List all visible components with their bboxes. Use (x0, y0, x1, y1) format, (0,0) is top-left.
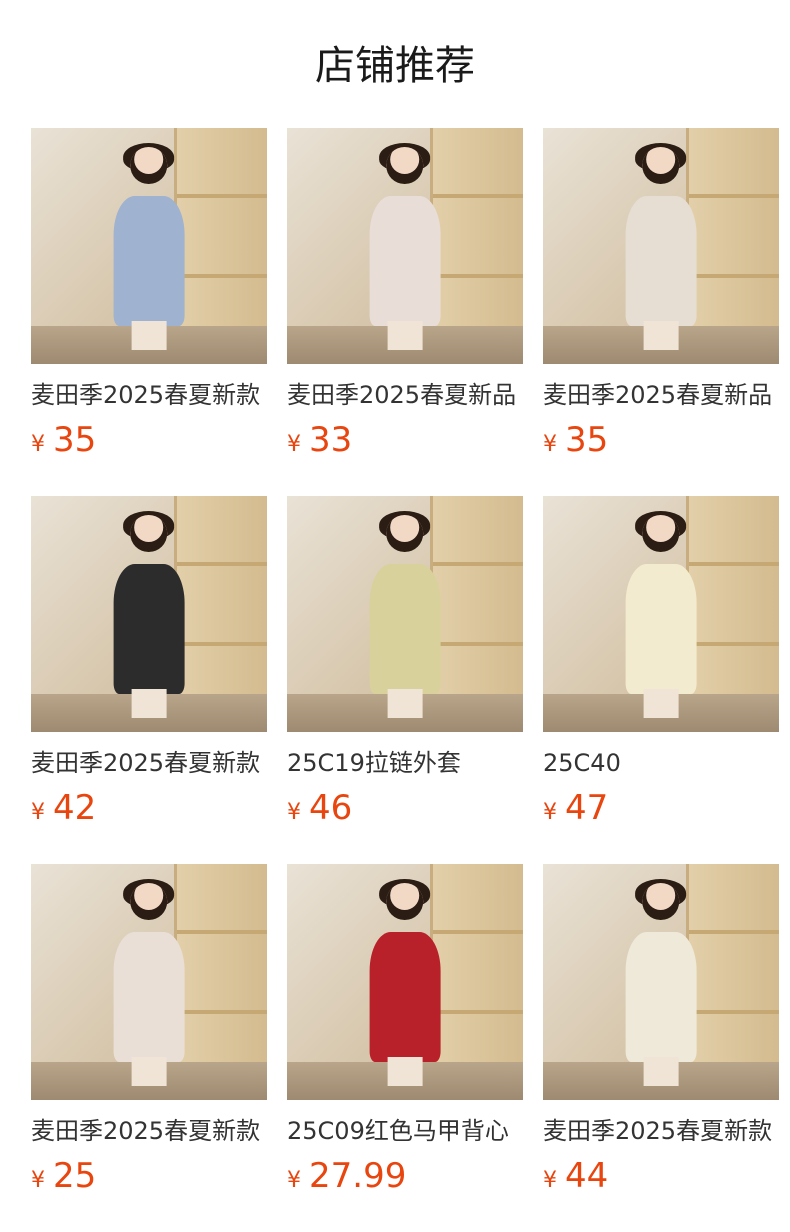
product-image[interactable] (31, 864, 267, 1100)
currency-symbol: ¥ (287, 432, 301, 457)
price-value: 46 (309, 788, 353, 828)
product-card[interactable]: 麦田季2025春夏新款 ¥25 (31, 864, 267, 1204)
product-image[interactable] (543, 864, 779, 1100)
product-image[interactable] (543, 128, 779, 364)
product-name[interactable]: 麦田季2025春夏新款 (31, 746, 267, 780)
product-price: ¥47 (543, 786, 779, 836)
product-price: ¥44 (543, 1154, 779, 1204)
price-value: 33 (309, 420, 353, 460)
price-value: 47 (565, 788, 609, 828)
product-name[interactable]: 25C09红色马甲背心 (287, 1114, 523, 1148)
product-price: ¥35 (31, 418, 267, 468)
currency-symbol: ¥ (543, 800, 557, 825)
product-card[interactable]: 麦田季2025春夏新款 ¥35 (31, 128, 267, 468)
product-image[interactable] (31, 496, 267, 732)
currency-symbol: ¥ (543, 432, 557, 457)
product-card[interactable]: 25C40 ¥47 (543, 496, 779, 836)
product-name[interactable]: 25C19拉链外套 (287, 746, 523, 780)
product-price: ¥33 (287, 418, 523, 468)
product-card[interactable]: 25C19拉链外套 ¥46 (287, 496, 523, 836)
product-name[interactable]: 麦田季2025春夏新品 (543, 378, 779, 412)
product-card[interactable]: 25C09红色马甲背心 ¥27.99 (287, 864, 523, 1204)
product-card[interactable]: 麦田季2025春夏新款 ¥44 (543, 864, 779, 1204)
price-value: 35 (565, 420, 609, 460)
price-value: 35 (53, 420, 97, 460)
product-image[interactable] (287, 864, 523, 1100)
currency-symbol: ¥ (31, 1168, 45, 1193)
price-value: 27.99 (309, 1156, 407, 1196)
price-value: 42 (53, 788, 97, 828)
product-image[interactable] (287, 128, 523, 364)
product-card[interactable]: 麦田季2025春夏新品 ¥33 (287, 128, 523, 468)
product-card[interactable]: 麦田季2025春夏新品 ¥35 (543, 128, 779, 468)
product-price: ¥25 (31, 1154, 267, 1204)
price-value: 44 (565, 1156, 609, 1196)
product-name[interactable]: 麦田季2025春夏新款 (31, 1114, 267, 1148)
price-value: 25 (53, 1156, 97, 1196)
product-name[interactable]: 25C40 (543, 746, 779, 780)
product-price: ¥27.99 (287, 1154, 523, 1204)
section-title: 店铺推荐 (315, 43, 475, 89)
product-card[interactable]: 麦田季2025春夏新款 ¥42 (31, 496, 267, 836)
product-price: ¥46 (287, 786, 523, 836)
currency-symbol: ¥ (31, 800, 45, 825)
currency-symbol: ¥ (31, 432, 45, 457)
currency-symbol: ¥ (287, 800, 301, 825)
product-name[interactable]: 麦田季2025春夏新款 (31, 378, 267, 412)
currency-symbol: ¥ (543, 1168, 557, 1193)
product-image[interactable] (543, 496, 779, 732)
product-price: ¥42 (31, 786, 267, 836)
currency-symbol: ¥ (287, 1168, 301, 1193)
product-name[interactable]: 麦田季2025春夏新品 (287, 378, 523, 412)
product-image[interactable] (287, 496, 523, 732)
product-price: ¥35 (543, 418, 779, 468)
product-image[interactable] (31, 128, 267, 364)
product-name[interactable]: 麦田季2025春夏新款 (543, 1114, 779, 1148)
